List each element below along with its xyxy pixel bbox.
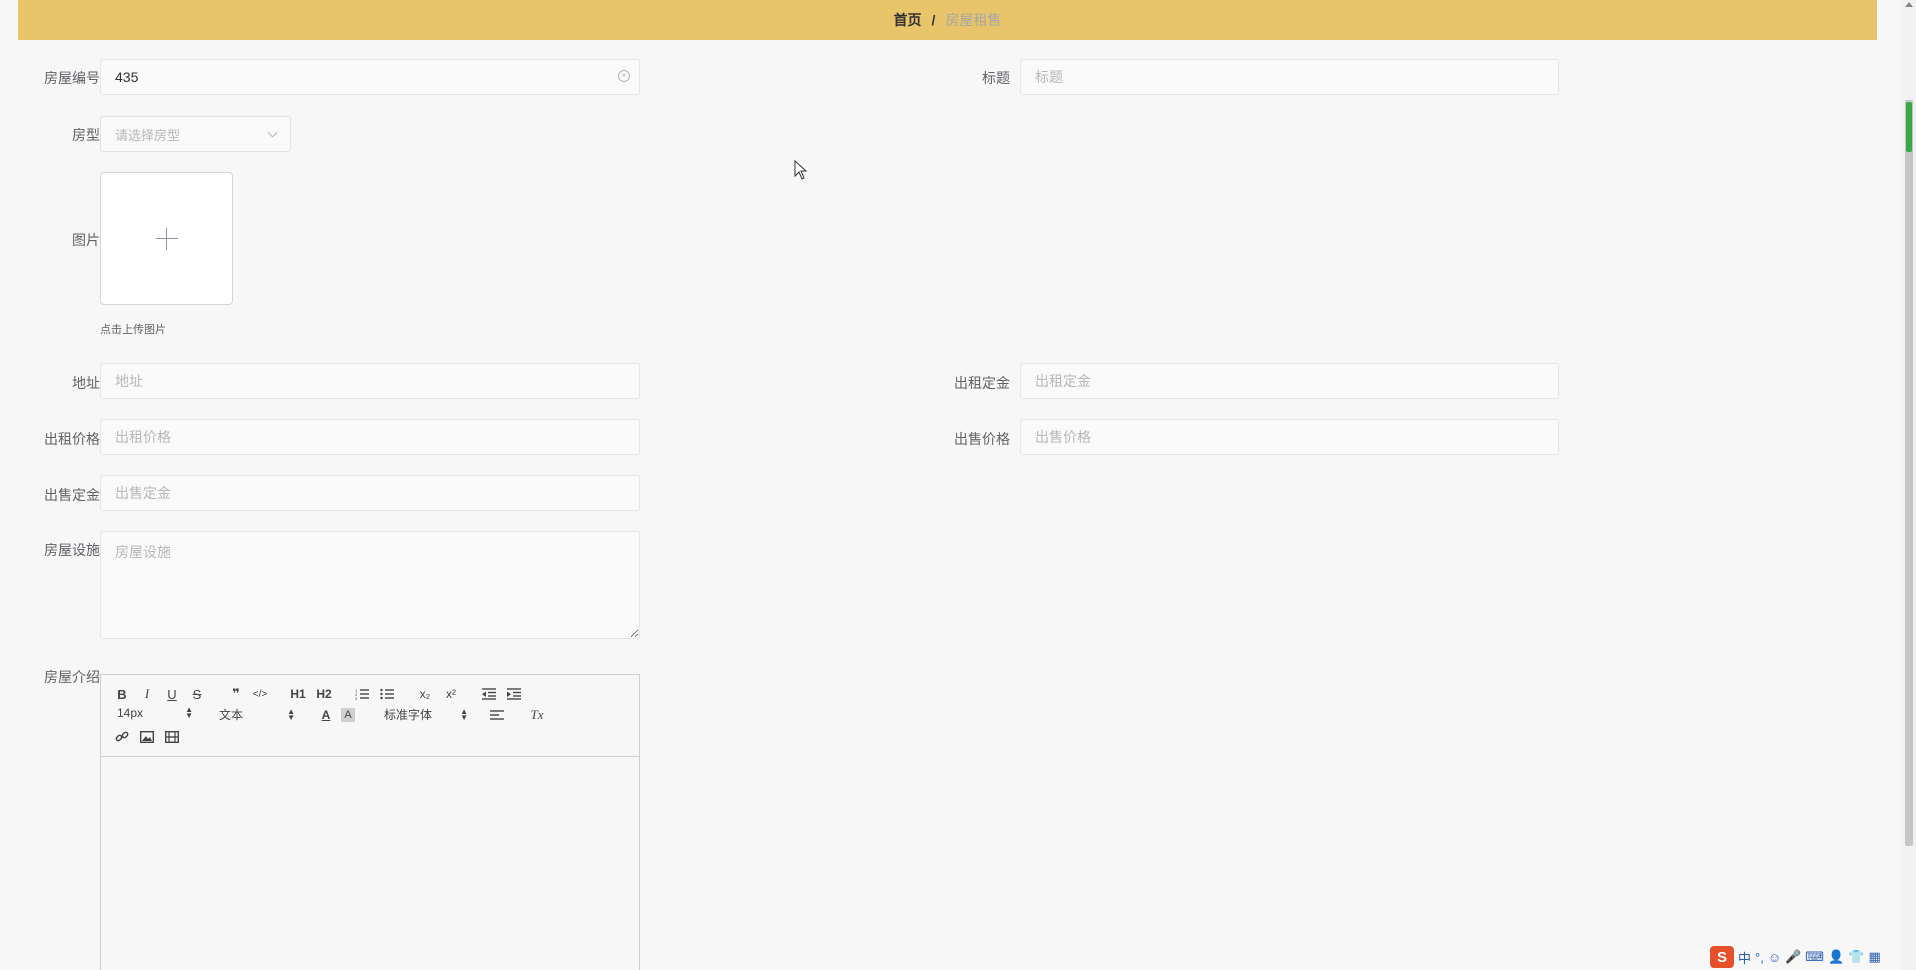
menu-icon[interactable]: ▦ <box>1868 949 1880 965</box>
skin-icon[interactable]: 👕 <box>1848 949 1864 965</box>
scroll-up-icon[interactable] <box>1905 2 1913 7</box>
h2-button[interactable]: H2 <box>315 685 333 703</box>
breadcrumb-home[interactable]: 首页 <box>894 10 922 30</box>
house-type-select[interactable]: 请选择房型 <box>100 116 291 152</box>
editor-content-area[interactable] <box>101 757 639 970</box>
house-no-input[interactable] <box>100 59 640 95</box>
breadcrumb: 首页 / 房屋租售 <box>18 0 1877 40</box>
font-size-select[interactable]: 14px ▲ ▼ <box>117 705 193 721</box>
bullet-list-icon[interactable] <box>378 685 396 703</box>
image-upload-button[interactable] <box>100 172 233 305</box>
emoji-icon[interactable]: ☺ <box>1768 950 1781 965</box>
clean-format-button[interactable]: Tx <box>528 706 546 724</box>
code-button[interactable]: </> <box>251 685 269 703</box>
mic-icon[interactable]: 🎤 <box>1785 949 1801 965</box>
sale-deposit-label: 出售定金 <box>44 487 100 503</box>
font-size-value: 14px <box>117 706 144 720</box>
image-label: 图片 <box>72 232 100 248</box>
user-icon[interactable]: 👤 <box>1828 949 1844 965</box>
indent-icon[interactable] <box>505 685 523 703</box>
facilities-textarea[interactable] <box>100 531 640 639</box>
select-arrows-icon: ▲ ▼ <box>460 706 468 722</box>
select-arrows-icon: ▲ ▼ <box>287 706 295 722</box>
sale-deposit-input[interactable] <box>100 475 640 511</box>
upload-hint: 点击上传图片 <box>100 324 166 336</box>
strike-button[interactable]: S <box>188 685 206 703</box>
ime-mode[interactable]: 中 <box>1738 948 1751 967</box>
rent-price-label: 出租价格 <box>44 431 100 447</box>
font-family-select[interactable]: 标准字体 ▲ ▼ <box>384 706 468 723</box>
chevron-down-icon <box>267 127 278 137</box>
sale-price-label: 出售价格 <box>954 431 1010 447</box>
house-type-placeholder: 请选择房型 <box>115 127 181 143</box>
underline-button[interactable]: U <box>163 685 181 703</box>
bold-button[interactable]: B <box>113 685 131 703</box>
keyboard-icon[interactable]: ⌨ <box>1805 949 1824 965</box>
h1-button[interactable]: H1 <box>289 685 307 703</box>
clear-icon[interactable]: × <box>618 70 630 82</box>
rent-deposit-label: 出租定金 <box>954 375 1010 391</box>
scrollbar-thumb[interactable] <box>1905 100 1913 846</box>
link-icon[interactable] <box>113 728 131 746</box>
outdent-icon[interactable] <box>480 685 498 703</box>
align-icon[interactable] <box>488 706 506 724</box>
font-family-value: 标准字体 <box>384 708 433 722</box>
header-select[interactable]: 文本 ▲ ▼ <box>219 706 295 723</box>
sale-price-input[interactable] <box>1020 419 1559 455</box>
scrollbar-indicator <box>1906 102 1912 152</box>
address-label: 地址 <box>72 375 100 391</box>
svg-text:3: 3 <box>355 696 358 700</box>
breadcrumb-separator: / <box>931 12 936 28</box>
plus-icon <box>155 227 178 250</box>
vertical-scrollbar[interactable] <box>1902 0 1916 970</box>
ime-toolbar: S 中 °, ☺ 🎤 ⌨ 👤 👕 ▦ <box>1710 944 1916 970</box>
editor-toolbar: B I U S ❞ </> H1 H2 123 x₂ x² 14px ▲ ▼ 文本… <box>101 675 639 757</box>
subscript-button[interactable]: x₂ <box>416 685 434 703</box>
ordered-list-icon[interactable]: 123 <box>353 685 371 703</box>
breadcrumb-current: 房屋租售 <box>945 12 1002 28</box>
header-value: 文本 <box>219 708 244 722</box>
text-color-button[interactable]: A <box>317 706 335 724</box>
ime-punct-icon[interactable]: °, <box>1755 950 1764 965</box>
ime-logo-icon[interactable]: S <box>1710 946 1734 968</box>
image-icon[interactable] <box>138 728 156 746</box>
superscript-button[interactable]: x² <box>442 685 460 703</box>
select-arrows-icon: ▲ ▼ <box>185 705 193 720</box>
title-input[interactable] <box>1020 59 1559 95</box>
house-no-label: 房屋编号 <box>44 70 100 86</box>
video-icon[interactable] <box>163 728 181 746</box>
background-color-button[interactable]: A <box>341 708 355 722</box>
rent-price-input[interactable] <box>100 419 640 455</box>
intro-label: 房屋介绍 <box>44 669 100 685</box>
facilities-label: 房屋设施 <box>44 542 100 558</box>
blockquote-button[interactable]: ❞ <box>227 685 245 703</box>
rent-deposit-input[interactable] <box>1020 363 1559 399</box>
rich-text-editor: B I U S ❞ </> H1 H2 123 x₂ x² 14px ▲ ▼ 文本… <box>100 674 640 970</box>
mouse-cursor-icon <box>794 160 808 180</box>
address-input[interactable] <box>100 363 640 399</box>
title-label: 标题 <box>982 70 1010 86</box>
italic-button[interactable]: I <box>138 685 156 703</box>
house-type-label: 房型 <box>72 127 100 143</box>
